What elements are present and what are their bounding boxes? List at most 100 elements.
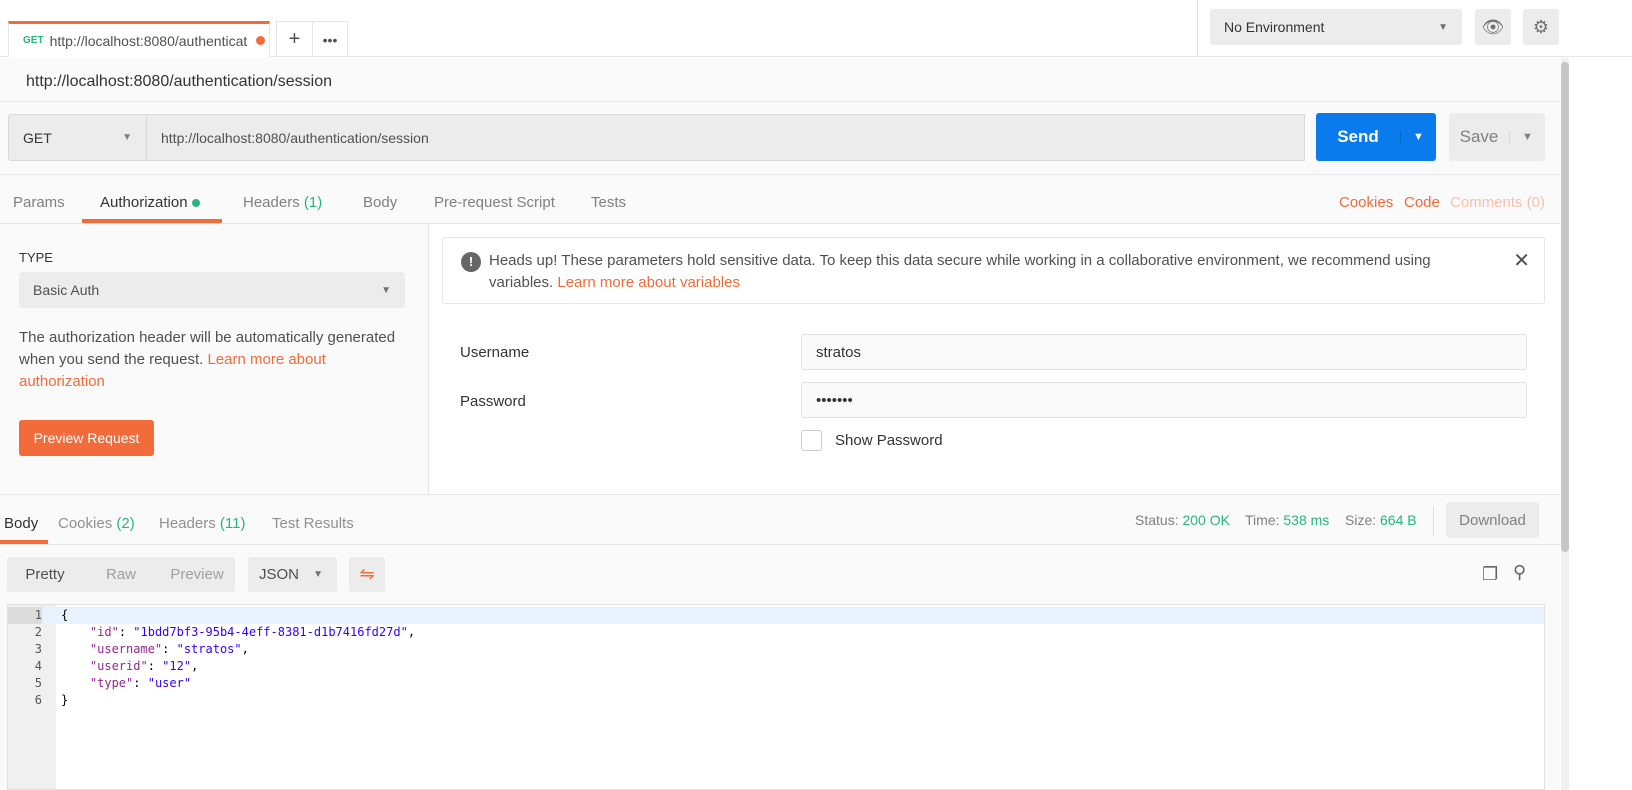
code-token: { (61, 608, 69, 622)
more-icon: ••• (322, 31, 338, 48)
learn-more-variables-link[interactable]: Learn more about variables (557, 274, 740, 291)
new-tab-button[interactable]: + (276, 21, 313, 57)
pretty-button[interactable]: Pretty (7, 566, 83, 583)
time-readout: Time: 538 ms (1245, 512, 1329, 528)
caret-down-icon: ▼ (381, 284, 391, 296)
auth-type-select[interactable]: Basic Auth ▼ (19, 272, 405, 308)
status-label: Status: (1135, 512, 1179, 528)
view-mode-toggle: Pretty Raw Preview (7, 557, 235, 592)
resp-tab-headers[interactable]: Headers (11) (159, 515, 245, 532)
code-token: : (162, 642, 177, 656)
divider (0, 174, 1560, 175)
wrap-icon: ⇋ (359, 564, 375, 584)
environment-select[interactable]: No Environment ▼ (1210, 9, 1462, 45)
active-dot-icon (191, 199, 200, 207)
code-line: 2 "id": "1bdd7bf3-95b4-4eff-8381-d1b7416… (8, 624, 1544, 641)
caret-down-icon: ▼ (313, 569, 323, 580)
status-value: 200 OK (1182, 512, 1230, 528)
active-tab-indicator (0, 540, 48, 544)
raw-button[interactable]: Raw (83, 566, 159, 583)
tab-label: Cookies (58, 515, 113, 532)
tab-label: Headers (243, 194, 300, 211)
time-value: 538 ms (1283, 512, 1330, 528)
resp-tab-body[interactable]: Body (4, 515, 38, 532)
tab-options-button[interactable]: ••• (312, 21, 348, 57)
plus-icon: + (288, 28, 301, 50)
divider (0, 101, 1560, 102)
password-input[interactable]: ••••••• (801, 382, 1527, 418)
line-number: 2 (34, 625, 42, 639)
size-label: Size: (1345, 512, 1377, 528)
code-token: "id" (89, 625, 119, 639)
eye-icon: 👁 (1481, 16, 1505, 37)
environment-settings-button[interactable]: ⚙ (1523, 9, 1559, 45)
tab-tests[interactable]: Tests (591, 194, 626, 211)
preview-button[interactable]: Preview (159, 566, 235, 583)
code-token: , (407, 625, 416, 639)
tab-authorization[interactable]: Authorization (100, 194, 200, 211)
size-readout: Size: 664 B (1345, 512, 1417, 528)
line-number: 5 (34, 676, 42, 690)
code-token: "1bdd7bf3-95b4-4eff-8381-d1b7416fd27d" (133, 625, 408, 639)
code-token: "username" (89, 642, 163, 656)
code-token: } (61, 693, 69, 707)
wrap-lines-button[interactable]: ⇋ (349, 557, 385, 592)
code-line: 4 "userid": "12", (8, 658, 1544, 675)
request-tab[interactable]: GET http://localhost:8080/authenticat (8, 21, 270, 57)
auth-description: The authorization header will be automat… (19, 327, 414, 393)
code-line: 6} (8, 692, 1544, 709)
code-line: 1{ (8, 607, 1544, 624)
send-button[interactable]: Send ▼ (1316, 113, 1436, 161)
tab-label: Authorization (100, 194, 188, 211)
preview-request-button[interactable]: Preview Request (19, 420, 154, 456)
line-number: 3 (34, 642, 42, 656)
tab-params[interactable]: Params (13, 194, 65, 211)
username-input[interactable]: stratos (801, 334, 1527, 370)
username-label: Username (460, 344, 530, 361)
url-input[interactable]: http://localhost:8080/authentication/ses… (146, 114, 1305, 161)
cookies-link[interactable]: Cookies (1339, 194, 1393, 211)
code-line: 3 "username": "stratos", (8, 641, 1544, 658)
tab-headers[interactable]: Headers (1) (243, 194, 322, 211)
code-link[interactable]: Code (1404, 194, 1440, 211)
tab-body[interactable]: Body (363, 194, 397, 211)
environment-quick-look-button[interactable]: 👁 (1475, 9, 1511, 45)
type-label: TYPE (19, 250, 53, 265)
password-label: Password (460, 393, 526, 410)
method-select[interactable]: GET ▼ (8, 114, 147, 161)
resp-tab-test-results[interactable]: Test Results (272, 515, 354, 532)
response-body-editor[interactable]: 1{2 "id": "1bdd7bf3-95b4-4eff-8381-d1b74… (7, 604, 1545, 790)
scrollbar-thumb[interactable] (1561, 62, 1569, 552)
search-icon[interactable]: ⚲ (1513, 562, 1526, 583)
copy-icon[interactable]: ❐ (1482, 564, 1498, 585)
download-button[interactable]: Download (1446, 502, 1539, 538)
method-value: GET (23, 129, 52, 146)
caret-down-icon[interactable]: ▼ (1400, 131, 1436, 143)
tab-count: (2) (116, 515, 135, 532)
save-label: Save (1459, 127, 1499, 146)
code-token: , (241, 642, 249, 656)
comments-link[interactable]: Comments (0) (1450, 194, 1545, 211)
close-icon[interactable]: ✕ (1513, 250, 1530, 272)
code-token: : (118, 625, 134, 639)
alert-icon: ! (461, 252, 481, 272)
save-button[interactable]: Save ▼ (1449, 113, 1545, 161)
line-number: 1 (8, 607, 42, 624)
tab-pre-request-script[interactable]: Pre-request Script (434, 194, 555, 211)
show-password-checkbox[interactable] (801, 430, 822, 451)
environment-value: No Environment (1224, 19, 1325, 35)
caret-down-icon[interactable]: ▼ (1509, 131, 1545, 143)
resp-tab-cookies[interactable]: Cookies (2) (58, 515, 135, 532)
sensitive-data-alert: ! Heads up! These parameters hold sensit… (442, 237, 1545, 304)
line-number: 6 (34, 693, 42, 707)
tab-label: Headers (159, 515, 216, 532)
code-token: "type" (89, 676, 134, 690)
size-value: 664 B (1380, 512, 1417, 528)
line-number: 4 (34, 659, 42, 673)
format-select[interactable]: JSON ▼ (248, 557, 337, 592)
format-value: JSON (259, 566, 300, 583)
